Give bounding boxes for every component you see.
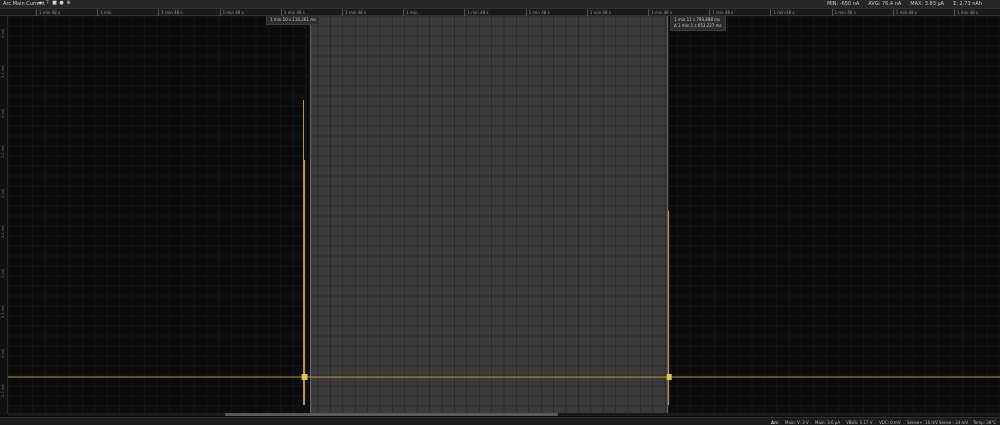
y-axis-label: 1.5 mA	[1, 225, 5, 238]
stat-max: MAX: 3.83 µA	[910, 1, 945, 7]
ruler-tick: 1 min 48 s	[280, 9, 305, 16]
ruler-tick: 1 min 48 s	[342, 9, 366, 16]
ruler-tick: 1 min 48 s	[648, 9, 672, 16]
ruler-tick: 1 min 48 s	[525, 9, 550, 16]
y-axis-label: 1 mA	[1, 268, 5, 278]
measurement-stats: MIN: -650 nA AVG: 76.4 nA MAX: 3.83 µA Σ…	[827, 1, 982, 7]
ruler-tick: 1 min 48 s	[770, 9, 794, 16]
ruler-tick: 1 min 48 s	[464, 9, 488, 16]
y-axis-label: 0.5 mA	[1, 305, 5, 318]
y-axis-label: 2.5 mA	[1, 145, 5, 158]
time-ruler[interactable]: 1 min 48 s 1 min 1 min 48 s 1 min 48 s 1 min…	[0, 9, 1000, 16]
ruler-tick: 1 min 48 s	[831, 9, 856, 16]
status-temp: Temp: 38°C	[973, 420, 997, 425]
ruler-tick: 1 min 48 s	[954, 9, 978, 16]
toolbar-tools: ◂▸ ? ■ ● ⊕	[38, 1, 71, 6]
horizontal-scrollbar[interactable]	[8, 413, 1000, 416]
help-icon[interactable]: ?	[45, 1, 50, 6]
cursor-right-label: 1 min 11 s 799.488 ms Δ 1 min 1 s 653.22…	[670, 16, 726, 31]
ruler-tick: 1 min	[403, 9, 418, 16]
status-main-voltage: Main: V: 3 V	[785, 420, 809, 425]
record-icon[interactable]: ●	[59, 1, 64, 6]
status-vbus: VBUS: 5.17 V	[846, 420, 873, 425]
scrollbar-thumb[interactable]	[225, 413, 558, 416]
status-bar: Arc Main: V: 3 V Main: 3.6 µA VBUS: 5.17…	[0, 417, 1000, 425]
ruler-tick: 1 min 48 s	[892, 9, 917, 16]
y-axis-label: 3 mA	[1, 108, 5, 118]
ruler-tick: 1 min 48 s	[36, 9, 60, 16]
y-axis-label: 4 mA	[1, 28, 5, 38]
selection-region	[310, 16, 668, 414]
stat-charge: Σ: 2.73 nAh	[953, 1, 982, 7]
cursor-left-label: 1 min 10 s 116.261 ms	[266, 16, 321, 25]
ruler-tick: 1 min 48 s	[158, 9, 182, 16]
signal-burst	[666, 374, 672, 380]
zoom-icon[interactable]: ⊕	[66, 1, 71, 6]
y-axis-label: 3.5 mA	[1, 65, 5, 78]
stat-min: MIN: -650 nA	[826, 1, 860, 7]
status-vdc: VDC: 0 mV	[879, 420, 901, 425]
status-main-current: Main: 3.6 µA	[815, 420, 841, 425]
y-axis: 4 mA 3.5 mA 3 mA 2.5 mA 2 mA 1.5 mA 1 mA 0.5 mA…	[0, 16, 8, 414]
ruler-tick: 1 min 48 s	[586, 9, 611, 16]
ruler-tick: 1 min	[97, 9, 112, 16]
status-sense-plus: Sense+: 16 mV	[907, 420, 939, 425]
stat-avg: AVG: 76.4 nA	[868, 1, 902, 7]
waveform-svg[interactable]	[8, 16, 1000, 414]
y-axis-label: 2 mA	[1, 188, 5, 198]
plot-area[interactable]: 1 min 10 s 116.261 ms 1 min 11 s 799.488…	[8, 16, 1000, 414]
signal-burst	[302, 374, 308, 380]
y-axis-label: -0.5 mA	[1, 384, 5, 398]
stop-icon[interactable]: ■	[52, 1, 57, 6]
y-axis-label: 0 mA	[1, 348, 5, 358]
expand-icon[interactable]: ◂▸	[38, 1, 43, 6]
top-toolbar: Arc Main Current ◂▸ ? ■ ● ⊕ MIN: -650 nA…	[0, 0, 1000, 9]
status-source: Arc	[771, 420, 779, 425]
status-sense-minus: Sense-: 34 mV	[939, 420, 969, 425]
ruler-tick: 1 min 48 s	[709, 9, 733, 16]
ruler-tick: 1 min 48 s	[219, 9, 244, 16]
